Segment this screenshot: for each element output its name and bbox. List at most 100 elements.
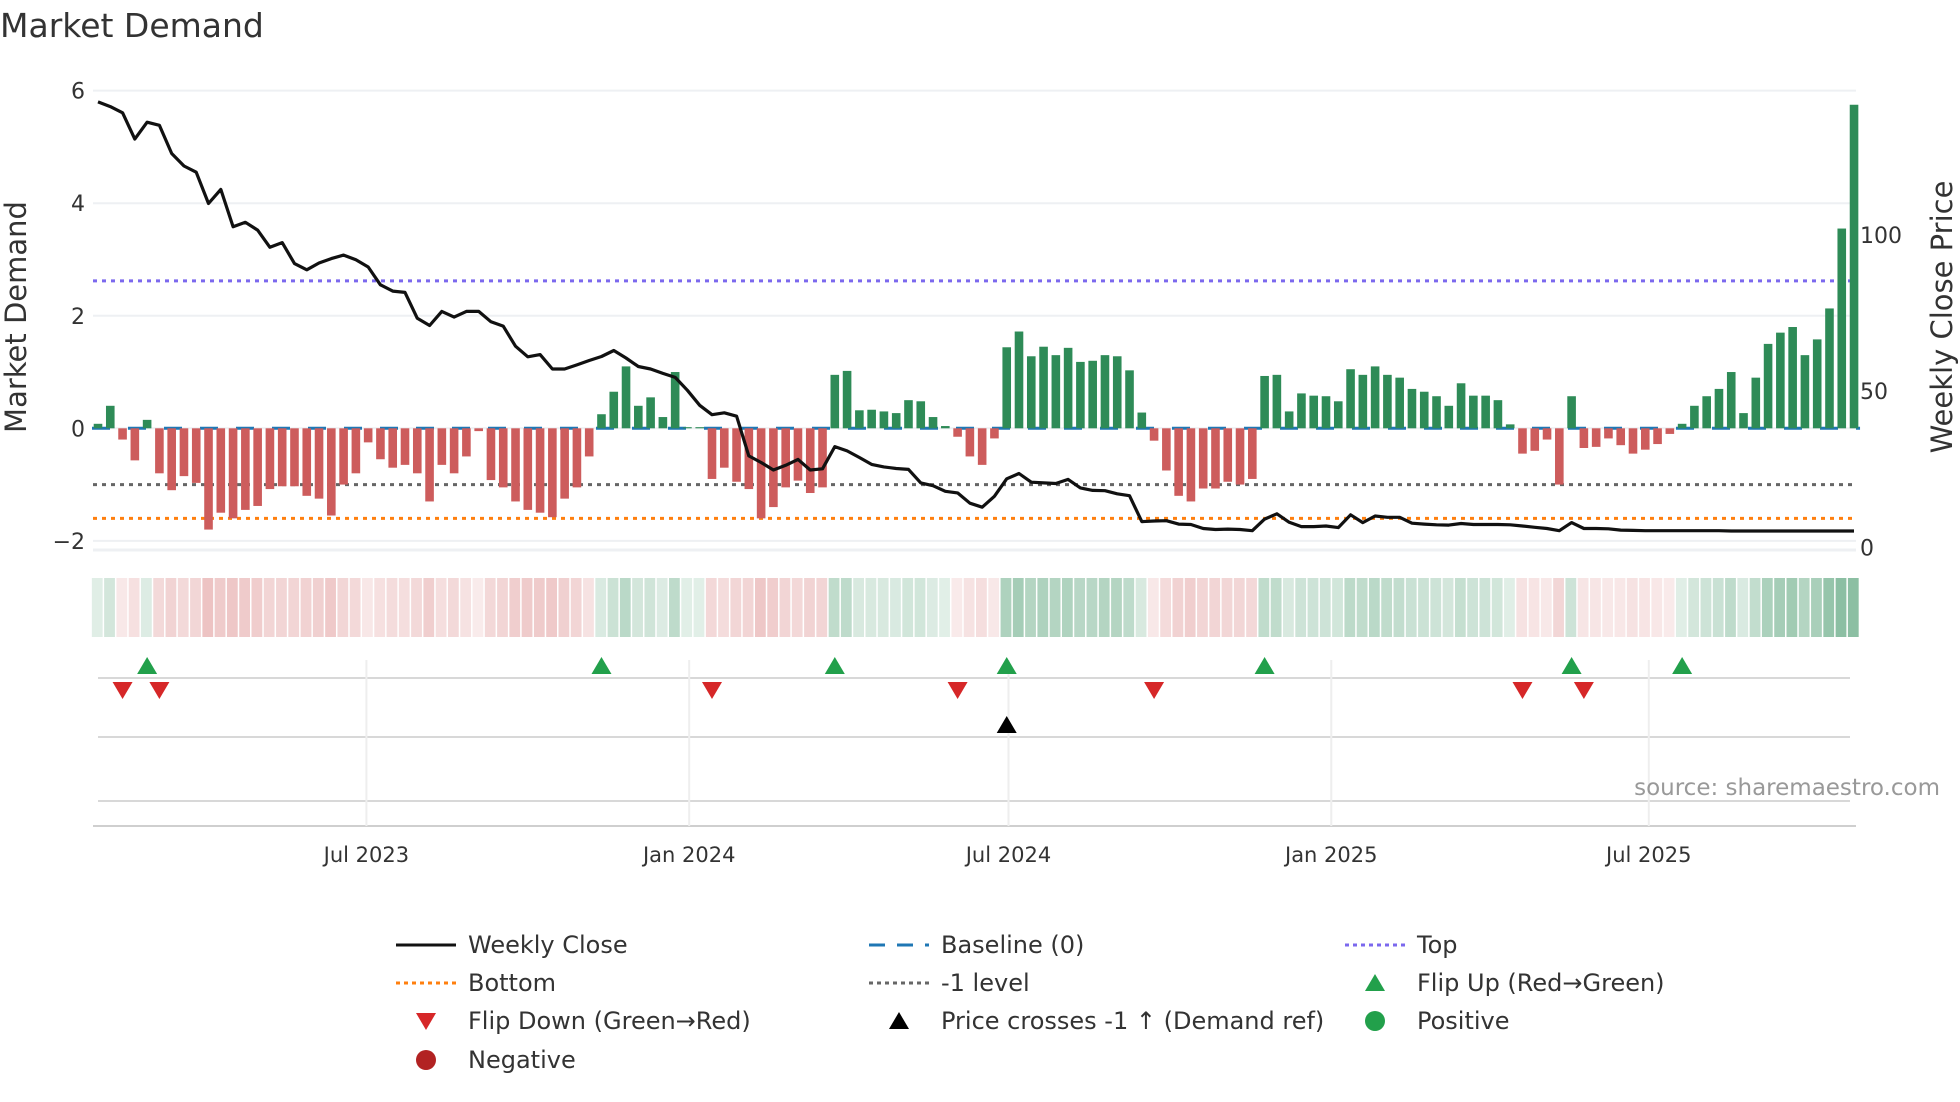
demand-bar [1481, 395, 1490, 429]
demand-bar [756, 428, 766, 519]
flip-up-marker [591, 657, 612, 674]
demand-bar [1800, 355, 1810, 429]
demand-bar [977, 428, 987, 465]
demand-bar [572, 428, 582, 488]
demand-bar [191, 428, 201, 483]
demand-bar [449, 428, 459, 474]
demand-bar [965, 428, 975, 457]
heat-cell [349, 578, 361, 637]
demand-bar [781, 428, 790, 488]
demand-bar [1088, 360, 1097, 429]
legend-item[interactable]: Flip Down (Green→Red) [396, 1004, 751, 1038]
heat-cell [791, 578, 803, 637]
legend-item[interactable]: Bottom [396, 966, 556, 1000]
legend-item[interactable]: Flip Up (Red→Green) [1345, 966, 1665, 1000]
heat-cell [1491, 578, 1503, 637]
heat-cell [447, 578, 459, 637]
flip-up-marker [1254, 657, 1275, 674]
demand-bar [1616, 428, 1626, 446]
heat-cell [804, 578, 815, 637]
heat-cell [1467, 578, 1478, 637]
demand-bar [621, 366, 631, 429]
demand-bar [1469, 395, 1478, 429]
y-tick-label: 0 [71, 417, 85, 442]
legend-item[interactable]: -1 level [869, 966, 1030, 1000]
heat-cell [1847, 578, 1859, 637]
heat-cell [1614, 578, 1626, 637]
demand-bar [130, 428, 140, 461]
demand-bar [1493, 400, 1503, 429]
heat-cell [177, 578, 189, 637]
heat-cell [1418, 578, 1429, 637]
heat-cell [91, 578, 103, 637]
heat-cell [1712, 578, 1724, 637]
x-tick-label: Jan 2025 [1283, 843, 1378, 867]
demand-bar [1162, 428, 1171, 471]
demand-bar [1186, 428, 1196, 502]
demand-bar [511, 428, 520, 502]
heat-cell [509, 578, 521, 637]
heat-cell [865, 578, 877, 637]
heat-cell [423, 578, 435, 637]
demand-bar [695, 427, 705, 429]
demand-bar [1726, 372, 1736, 429]
y-tick-label: 4 [71, 192, 85, 217]
line-solid-icon [396, 943, 456, 947]
demand-bar [1149, 428, 1159, 441]
heat-cell [1479, 578, 1491, 637]
demand-bar [1333, 401, 1343, 429]
legend-item[interactable]: Negative [396, 1043, 576, 1077]
legend-item[interactable]: Positive [1345, 1004, 1510, 1038]
demand-bar [351, 428, 361, 474]
legend-item[interactable]: Price crosses -1 ↑ (Demand ref) [869, 1004, 1324, 1038]
heat-cell [362, 578, 373, 637]
line-dot-icon [1345, 943, 1405, 947]
demand-bar [1284, 411, 1294, 429]
demand-bar [1579, 428, 1589, 448]
demand-bar [265, 428, 275, 490]
heat-cell [1590, 578, 1601, 637]
demand-bar [142, 419, 152, 429]
demand-bar [990, 428, 999, 439]
demand-bar [412, 428, 422, 474]
demand-bar [1125, 370, 1134, 429]
heat-cell [226, 578, 238, 637]
heat-cell [1700, 578, 1712, 637]
legend-item[interactable]: Top [1345, 928, 1458, 962]
heat-cell [1074, 578, 1086, 637]
heat-cell [435, 578, 447, 637]
demand-bar [462, 428, 471, 457]
heat-cell [1675, 578, 1687, 637]
heat-cell [1061, 578, 1073, 637]
heat-cell [1098, 578, 1110, 637]
heat-cell [939, 578, 950, 637]
heat-cell [1516, 578, 1528, 637]
heat-cell [460, 578, 472, 637]
demand-bar [1788, 327, 1797, 429]
demand-bar [1039, 346, 1048, 429]
price-cross-marker [996, 716, 1017, 733]
heat-cell [669, 578, 680, 637]
x-tick-label: Jul 2023 [322, 843, 409, 867]
heat-cell [1442, 578, 1454, 637]
demand-bar [1763, 343, 1773, 429]
heat-cell [1688, 578, 1700, 637]
demand-bar [719, 428, 729, 468]
heat-cell [1626, 578, 1638, 637]
heat-cell [1172, 578, 1184, 637]
legend-triangle-swatch [416, 1013, 436, 1030]
demand-bar [1456, 383, 1466, 429]
heat-cell [902, 578, 914, 637]
heat-cell [1258, 578, 1270, 637]
heat-cell [1540, 578, 1552, 637]
demand-bar [1567, 396, 1576, 429]
y-tick-label: −2 [53, 530, 85, 555]
heat-cell [386, 578, 398, 637]
legend-item[interactable]: Baseline (0) [869, 928, 1084, 962]
demand-bar [1555, 428, 1564, 485]
demand-bar [1812, 339, 1822, 429]
legend-item[interactable]: Weekly Close [396, 928, 628, 962]
demand-bar [1321, 396, 1331, 429]
heat-cell [1663, 578, 1675, 637]
demand-bar [302, 428, 312, 496]
